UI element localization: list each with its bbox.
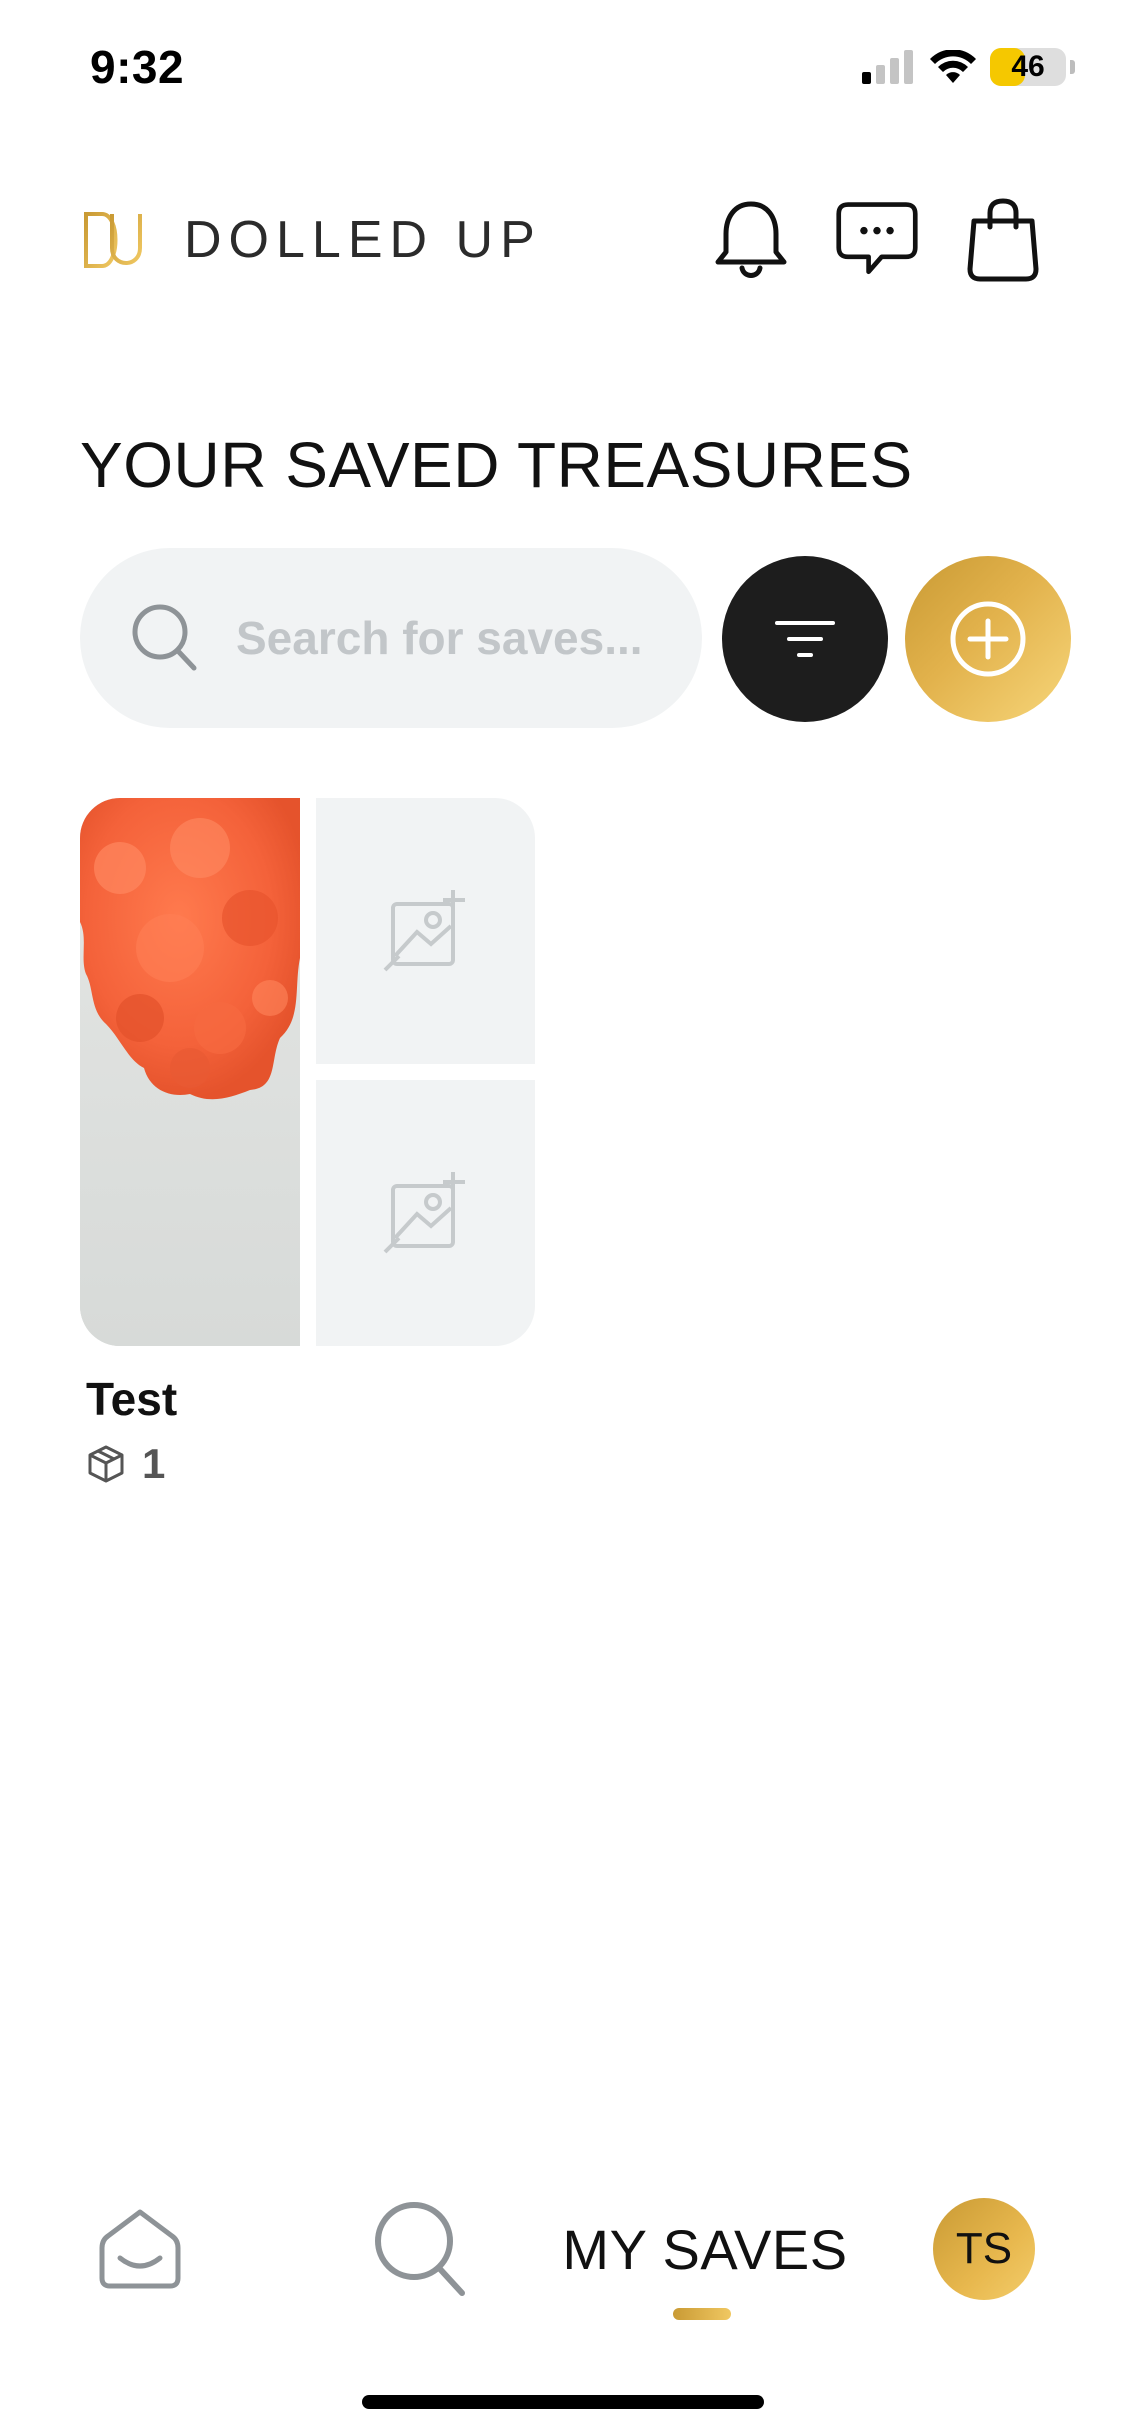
box-icon [88,1445,124,1483]
search-icon [132,604,197,671]
messages-button[interactable] [835,198,919,282]
collage-placeholder-bottom [316,1080,535,1346]
page-title: YOUR SAVED TREASURES [80,429,913,501]
collection-card[interactable]: Test 1 [80,798,535,1488]
home-indicator [362,2395,764,2409]
status-bar: 9:32 46 [0,0,1125,140]
filter-button[interactable] [722,556,888,722]
shopping-bag-icon [967,198,1039,282]
image-placeholder-icon [383,1172,465,1254]
plus-circle-icon [950,601,1026,677]
profile-avatar[interactable]: TS [933,2198,1035,2300]
nav-my-saves-label: MY SAVES [562,2217,848,2281]
wifi-icon [930,50,976,83]
battery-icon: 46 [990,48,1066,86]
battery-nub [1070,60,1075,74]
chat-icon [836,202,918,275]
collage-placeholder-top [316,798,535,1064]
collection-collage[interactable] [80,798,535,1346]
collection-item-count: 1 [142,1440,166,1487]
home-icon [99,2209,181,2289]
brand-logo-icon[interactable] [80,208,144,272]
filter-icon [775,621,835,657]
cart-button[interactable] [961,198,1045,282]
cellular-signal-icon [862,50,913,84]
search-input[interactable] [236,611,696,665]
bell-icon [715,201,787,278]
active-tab-indicator [673,2308,731,2320]
search-icon [375,2202,465,2296]
brand-name: DOLLED UP [184,211,542,269]
app-header: DOLLED UP [80,190,1045,290]
orange-smoke-image [80,798,300,1346]
collection-meta: 1 [86,1440,535,1488]
nav-my-saves[interactable]: MY SAVES [560,2204,850,2320]
collection-name: Test [86,1373,178,1425]
avatar-initials: TS [955,2224,1013,2273]
battery-level: 46 [1011,50,1045,83]
search-bar[interactable] [80,548,702,728]
status-time: 9:32 [90,41,185,93]
add-collection-button[interactable] [905,556,1071,722]
nav-search[interactable] [365,2194,475,2304]
status-icons: 46 [862,48,1075,86]
notifications-button[interactable] [709,198,793,282]
bottom-nav: MY SAVES TS [0,2180,1125,2320]
nav-home[interactable] [90,2198,190,2298]
collection-cover-image [80,798,300,1346]
image-placeholder-icon [383,890,465,972]
header-actions [709,198,1045,282]
